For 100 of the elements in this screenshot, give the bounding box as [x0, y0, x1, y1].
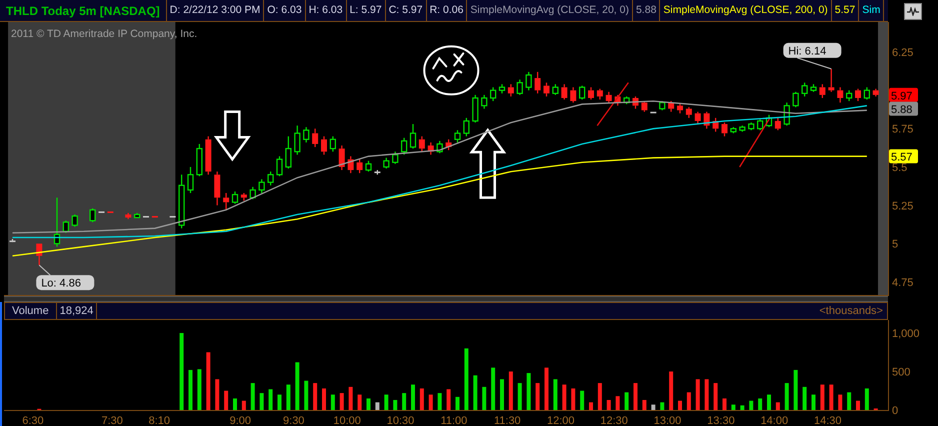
axis-label: 9:30 [283, 415, 304, 426]
candlestick [258, 179, 265, 194]
volume-bar [864, 388, 869, 410]
candlestick [321, 136, 327, 155]
candlestick [428, 142, 434, 155]
candlestick [774, 118, 781, 130]
volume-bar [358, 394, 362, 410]
volume-bar [784, 383, 789, 410]
volume-value: 18,924 [56, 303, 98, 319]
legend-label: C: 5.97 [386, 0, 427, 21]
candlestick [757, 119, 764, 130]
volume-bar [669, 372, 674, 410]
candlestick [872, 88, 879, 96]
candlestick [410, 124, 416, 149]
candlestick [606, 92, 612, 103]
candlestick [187, 166, 194, 194]
candlestick [864, 87, 870, 100]
candlestick [810, 84, 817, 92]
volume-bar [330, 394, 335, 410]
candlestick [588, 87, 594, 100]
legend-label: Sim [859, 0, 884, 21]
volume-bar [206, 352, 210, 410]
candlestick [392, 152, 398, 164]
axis-label: 500 [892, 366, 910, 378]
volume-bar [473, 375, 478, 410]
candlestick [232, 192, 238, 204]
volume-bar [634, 383, 638, 410]
volume-bar [215, 379, 220, 410]
axis-label: 14:30 [814, 415, 842, 426]
candlestick [374, 170, 380, 175]
candlestick [632, 96, 638, 109]
up-arrow-drawing [469, 128, 506, 199]
axis-label: 7:30 [101, 415, 123, 426]
price-badge: 5.97 [889, 88, 918, 102]
volume-bar [678, 400, 682, 410]
volume-bar [776, 402, 780, 410]
candlestick [446, 139, 452, 150]
axis-label: 9:00 [230, 415, 252, 426]
volume-bar [393, 400, 398, 410]
volume-bar [233, 398, 237, 410]
price-badge: 5.88 [889, 102, 918, 116]
volume-bar [526, 373, 531, 410]
axis-label: 11:30 [494, 415, 521, 426]
volume-bar [420, 388, 424, 410]
study-button[interactable] [904, 2, 922, 20]
axis-label: 11:00 [440, 415, 468, 426]
legend-label: H: 6.03 [306, 0, 347, 21]
price-badge: 5.57 [889, 149, 918, 164]
candlestick [596, 88, 603, 100]
candlestick [819, 84, 826, 98]
candlestick [205, 136, 212, 175]
candlestick [855, 88, 861, 102]
volume-bar [242, 400, 246, 410]
axis-label: 8:10 [148, 415, 170, 426]
axis-label: 10:30 [386, 415, 414, 426]
candlestick [454, 130, 461, 142]
volume-bar [286, 384, 290, 410]
volume-bar [624, 392, 629, 410]
candlestick [401, 138, 408, 155]
volume-bar [402, 393, 406, 410]
volume-bar [518, 383, 522, 410]
axis-label: 14:00 [760, 415, 788, 426]
candlestick [614, 94, 621, 106]
candlestick [170, 216, 176, 218]
volume-bar [295, 362, 300, 410]
legend-label: D: 2/22/12 3:00 PM [166, 0, 264, 21]
volume-bar [562, 384, 566, 410]
volume-bar [802, 386, 807, 410]
candlestick [285, 136, 292, 168]
volume-bar [660, 402, 664, 410]
volume-bar [250, 383, 255, 410]
candlestick [730, 127, 736, 134]
candlestick [490, 87, 496, 102]
volume-bar [188, 370, 192, 410]
scrollbar[interactable] [878, 22, 888, 295]
volume-bar [838, 394, 842, 410]
volume-bar [758, 398, 762, 410]
legend-label: SimpleMovingAvg (CLOSE, 20, 0) [467, 0, 633, 21]
candlestick [739, 126, 746, 132]
volume-bar [197, 369, 202, 410]
price-callout: Hi: 6.14 [783, 42, 842, 70]
candlestick [579, 86, 586, 100]
volume-bar [616, 396, 620, 410]
axis-label: 13:00 [654, 415, 682, 426]
candlestick [240, 193, 247, 201]
volume-bar [580, 390, 584, 410]
volume-bar [384, 394, 388, 410]
candlestick [268, 172, 274, 186]
candlestick [552, 84, 558, 95]
candlestick [196, 144, 202, 176]
candlestick [330, 136, 336, 152]
units-label: <thousands> [819, 304, 884, 319]
volume-bar [606, 400, 611, 410]
volume-bar [651, 404, 656, 410]
volume-bar [553, 379, 558, 410]
volume-bar [304, 380, 308, 410]
volume-bar [278, 394, 282, 410]
candlestick [463, 118, 470, 136]
volume-bar [731, 404, 736, 410]
axis-label: 10:00 [333, 415, 361, 426]
